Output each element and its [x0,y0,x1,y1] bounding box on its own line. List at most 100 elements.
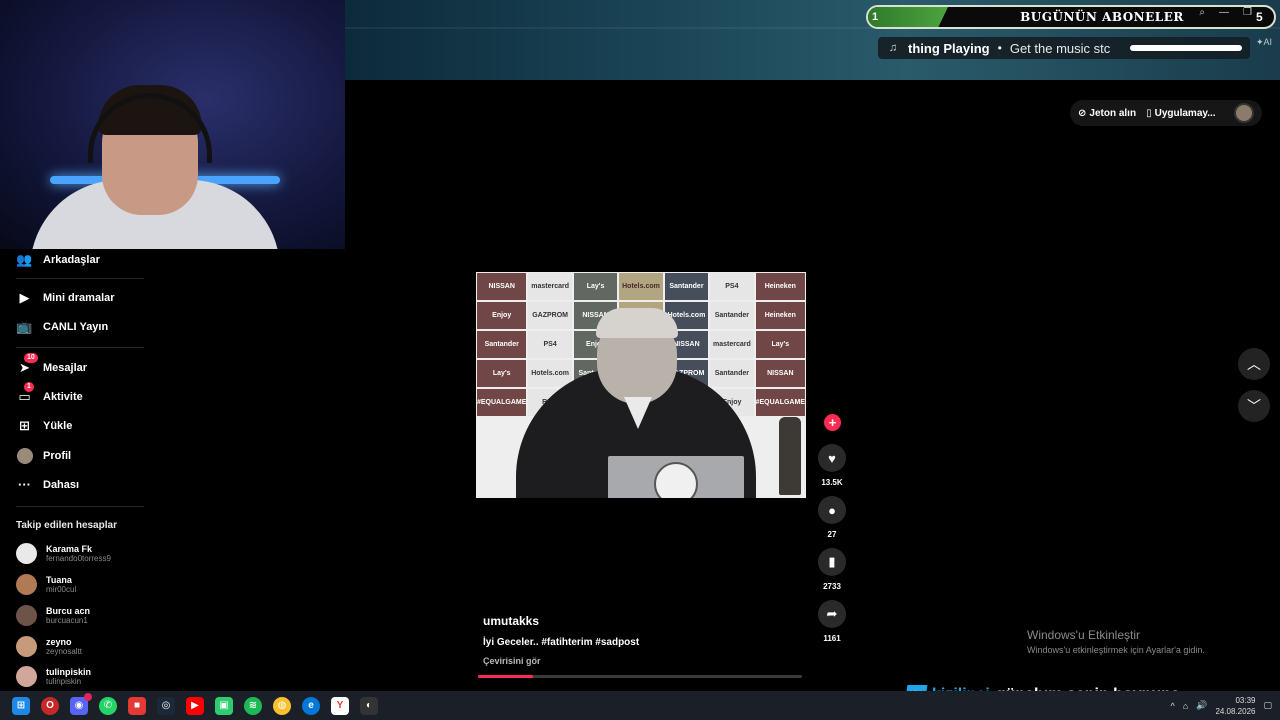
sponsor-tile: Santander [477,331,527,358]
obs-icon[interactable]: ◐ [360,696,378,715]
taskbar: ⊞ O ◉ ✆ ■ ◎ ▶ ▣ ≋ ◍ e Y ◐ ^ ⌂ 🔊 03:39 24… [0,691,1280,720]
sponsor-tile: PS4 [710,273,754,300]
account-handle: zeynosaltt [46,647,83,656]
minimize-icon[interactable]: — [1219,7,1229,18]
sponsor-tile: mastercard [710,331,754,358]
video-progress-fill [478,675,534,678]
speaker-hair [596,308,678,338]
sidebar-item-label: Dahası [43,478,80,491]
following-account[interactable]: Burcu acn burcuacun1 [16,605,90,626]
activity-badge: 1 [24,382,34,392]
sidebar-item-more[interactable]: ··· Dahası [16,476,79,493]
search-icon[interactable]: ⌕ [1199,7,1205,18]
save-action[interactable]: ▮ 2733 [818,548,846,591]
messages-badge: 10 [24,353,38,363]
sponsor-tile: Lay's [477,360,527,387]
following-account[interactable]: tulinpiskin tulinpiskin [16,666,91,687]
volume-icon[interactable]: 🔊 [1196,700,1207,711]
get-app-button[interactable]: ▯ Uygulamay... [1146,108,1215,119]
sidebar-item-label: Arkadaşlar [43,253,100,266]
maximize-icon[interactable]: ❐ [1243,7,1252,18]
subscriber-count-left: 1 [868,7,948,27]
activation-title: Windows'u Etkinleştir [1027,628,1140,642]
video-player[interactable]: NISSAN mastercard Lay's Hotels.com Santander… [476,272,806,498]
steam-icon[interactable]: ◎ [157,696,175,715]
app-green-icon[interactable]: ▣ [215,696,233,715]
account-name: Karama Fk [46,544,93,554]
following-account[interactable]: Tuana mir00cul [16,574,76,595]
now-playing-separator: • [997,41,1002,55]
sidebar-divider [16,506,144,507]
following-header: Takip edilen hesaplar [16,520,117,531]
clock-date: 24.08.2026 [1215,706,1256,716]
next-video-button[interactable]: ﹀ [1238,390,1270,422]
sidebar-item-friends[interactable]: 👥 Arkadaşlar [16,251,100,268]
music-note-icon: ♫ [888,42,898,54]
share-action[interactable]: ➦ 1161 [818,600,846,643]
follow-plus-button[interactable]: + [824,414,841,431]
comment-action[interactable]: ● 27 [818,496,846,539]
sponsor-tile: Santander [710,302,754,329]
bottle [779,417,801,495]
overlay-window-controls: ⌕ — ❐ [1199,7,1252,18]
sidebar-item-mini-dramas[interactable]: ▶ Mini dramalar [16,289,115,306]
previous-video-button[interactable]: ︿ [1238,348,1270,380]
like-action[interactable]: ♥ 13.5K [818,444,846,487]
tray-expand-icon[interactable]: ^ [1171,701,1175,711]
system-tray: ^ ⌂ 🔊 03:39 24.08.2026 ▢ [1171,691,1272,720]
edge-icon[interactable]: e [302,696,320,715]
video-author[interactable]: umutakks [483,614,539,628]
start-icon[interactable]: ⊞ [12,696,30,715]
sidebar-item-profile[interactable]: Profil [16,447,71,464]
account-name: Tuana [46,575,72,585]
sponsor-tile: PS4 [528,331,572,358]
app-red-icon[interactable]: ■ [128,696,146,715]
see-translation-link[interactable]: Çevirisini gör [483,656,541,666]
sponsor-tile: #EQUALGAME [755,389,805,416]
sponsor-tile: Heineken [755,302,805,329]
chrome-icon[interactable]: ◍ [273,696,291,715]
save-count: 2733 [823,582,841,591]
following-account[interactable]: zeyno zeynosaltt [16,636,82,657]
spotify-icon[interactable]: ≋ [244,696,262,715]
get-coins-button[interactable]: ⊘ Jeton alın [1078,108,1136,119]
screen: 1 BUGÜNÜN ABONELER 5 ⌕ — ❐ ♫ thing Playi… [0,0,1280,720]
sidebar-item-messages[interactable]: ➤ 10 Mesajlar [16,353,87,376]
sponsor-tile: Hotels.com [619,273,663,300]
sidebar-item-live[interactable]: 📺 CANLI Yayın [16,318,108,335]
account-handle: burcuacun1 [46,616,88,625]
video-progress-bar[interactable] [478,675,802,678]
sponsor-tile: NISSAN [755,360,805,387]
sponsor-tile: Santander [664,273,709,300]
avatar [16,574,37,595]
sidebar-item-label: CANLI Yayın [43,320,109,333]
sponsor-tile: mastercard [528,273,572,300]
network-icon[interactable]: ⌂ [1183,701,1188,711]
clock[interactable]: 03:39 24.08.2026 [1215,695,1255,717]
avatar [16,636,37,657]
paper-plane-icon: ➤ 10 [16,353,38,376]
sponsor-tile: Heineken [755,273,805,300]
whatsapp-icon[interactable]: ✆ [99,696,117,715]
notification-icon[interactable]: ▢ [1263,700,1272,711]
opera-icon[interactable]: O [41,696,59,715]
chevron-down-icon: ﹀ [1247,398,1261,414]
account-handle: fernando0torress9 [46,554,111,563]
sidebar-item-activity[interactable]: ▭ 1 Aktivite [16,382,83,405]
discord-icon[interactable]: ◉ [70,692,92,715]
play-square-icon: ▶ [19,289,30,305]
sidebar-item-upload[interactable]: ⊞ Yükle [16,417,72,434]
sidebar-item-label: Yükle [43,419,73,432]
share-count: 1161 [823,634,841,643]
sponsor-tile: NISSAN [477,273,527,300]
chevron-up-icon: ︿ [1247,356,1261,372]
get-coins-label: Jeton alın [1089,107,1137,119]
yandex-icon[interactable]: Y [331,696,349,715]
profile-avatar[interactable] [1234,103,1254,123]
sidebar-divider [16,347,144,348]
share-icon: ➦ [818,600,846,628]
comment-icon: ● [818,496,846,524]
following-account[interactable]: Karama Fk fernando0torress9 [16,543,111,564]
youtube-icon[interactable]: ▶ [186,696,204,715]
sponsor-tile: GAZPROM [528,302,572,329]
